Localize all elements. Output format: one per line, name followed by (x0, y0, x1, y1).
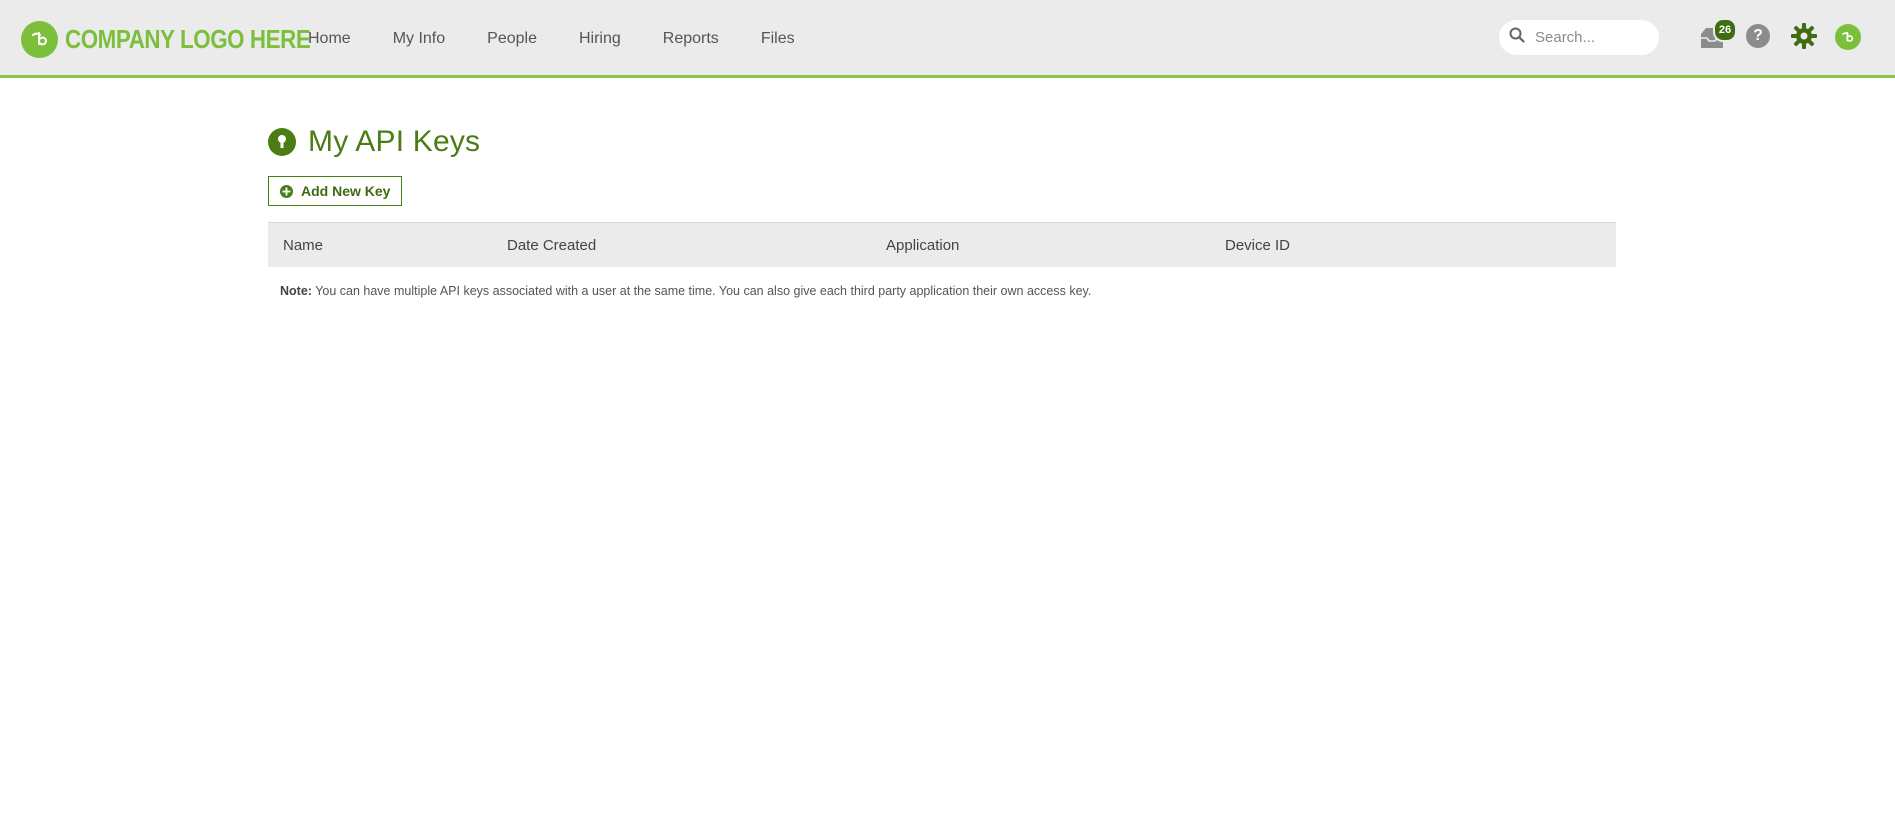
search-input[interactable] (1533, 28, 1647, 47)
page-title: My API Keys (308, 125, 481, 158)
nav-people[interactable]: People (487, 30, 537, 48)
note-text: You can have multiple API keys associate… (311, 284, 1092, 298)
gear-icon[interactable] (1790, 22, 1818, 50)
nav-my-info[interactable]: My Info (393, 30, 445, 48)
company-logo[interactable]: COMPANY LOGO HERE (21, 20, 350, 58)
nav-reports[interactable]: Reports (663, 30, 719, 48)
plus-circle-icon (280, 184, 293, 198)
column-header-device-id[interactable]: Device ID (1225, 237, 1290, 254)
add-new-key-button[interactable]: Add New Key (268, 176, 403, 206)
main-nav: Home My Info People Hiring Reports Files (308, 0, 837, 78)
inbox-count-badge: 26 (1713, 18, 1737, 42)
nav-files[interactable]: Files (761, 30, 795, 48)
logo-text: COMPANY LOGO HERE (65, 23, 311, 54)
column-header-name[interactable]: Name (283, 237, 323, 254)
help-icon[interactable]: ? (1746, 24, 1770, 48)
column-header-date-created[interactable]: Date Created (507, 237, 596, 254)
note-label: Note: (280, 284, 312, 298)
add-new-key-label: Add New Key (301, 183, 391, 199)
page-header: My API Keys (268, 120, 1616, 164)
key-icon (268, 128, 296, 156)
avatar[interactable] (1835, 24, 1861, 50)
main-content: My API Keys Add New Key Name Date Create… (268, 120, 1616, 298)
logo-mark-icon (21, 20, 58, 58)
nav-home[interactable]: Home (308, 30, 351, 48)
search-icon (1509, 27, 1525, 48)
top-navigation-bar: COMPANY LOGO HERE Home My Info People Hi… (0, 0, 1895, 78)
search-box[interactable] (1499, 20, 1659, 55)
api-keys-note: Note: You can have multiple API keys ass… (280, 284, 1616, 298)
api-keys-table-header: Name Date Created Application Device ID (268, 222, 1616, 267)
nav-hiring[interactable]: Hiring (579, 30, 621, 48)
column-header-application[interactable]: Application (886, 237, 959, 254)
